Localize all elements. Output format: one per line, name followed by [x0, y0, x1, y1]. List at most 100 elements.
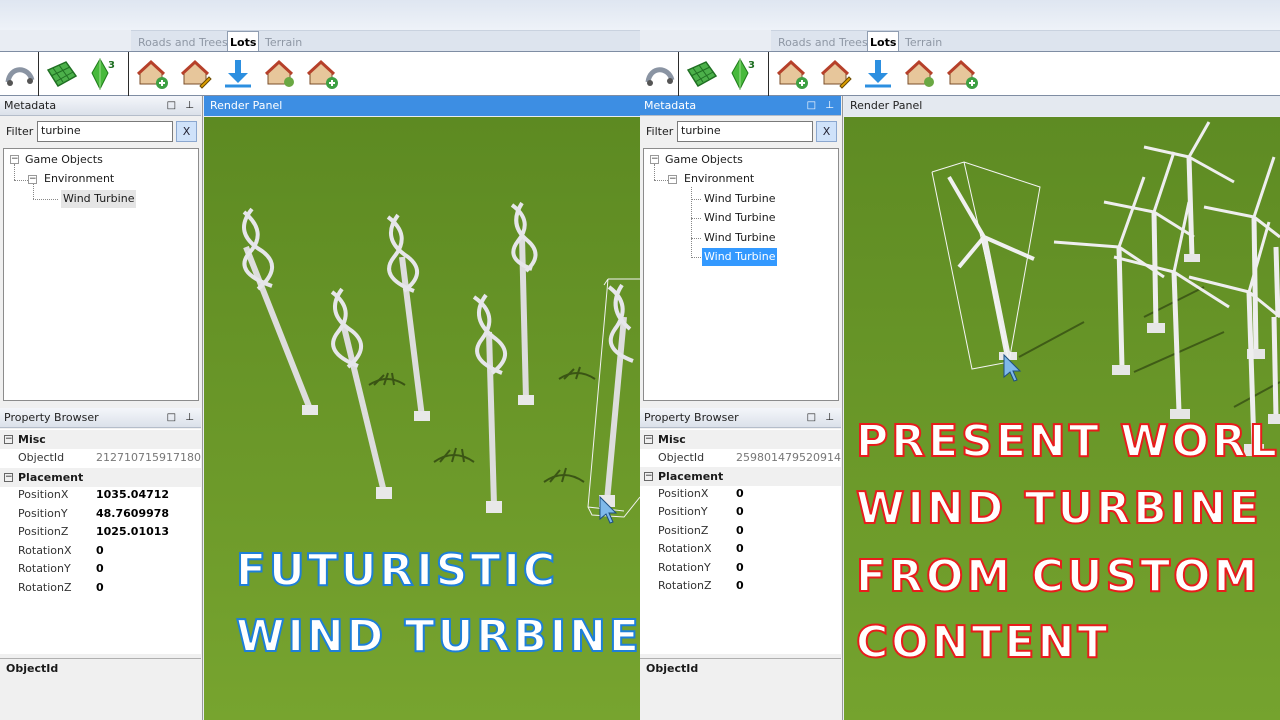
property-row-rotationx[interactable]: RotationX 0 [0, 542, 201, 560]
tree-node-wind-turbine[interactable]: Wind Turbine [704, 209, 775, 227]
object-tree: − Game Objects − Environment Wind Turbin… [643, 148, 839, 401]
overlay-line-2: WIND TURBINE [235, 611, 640, 662]
toolbar: 3 [0, 51, 640, 96]
panel-pin-icon[interactable]: □ ⊥ [167, 408, 197, 428]
title-strip [0, 0, 640, 30]
property-row-rotationy[interactable]: RotationY 0 [640, 559, 841, 577]
filter-input[interactable]: turbine [677, 121, 813, 142]
property-browser-header: Property Browser □ ⊥ [640, 408, 841, 428]
editor-left: Roads and Trees Lots Terrain 3 Metadata … [0, 0, 640, 720]
tree-node-wind-turbine-selected[interactable]: Wind Turbine [702, 248, 778, 266]
property-description: ObjectId [0, 658, 201, 720]
tree-node-game-objects[interactable]: Game Objects [665, 151, 743, 169]
editor-right: Roads and Trees Lots Terrain 3 Metadata … [640, 0, 1280, 720]
tree-node-environment[interactable]: Environment [684, 170, 754, 188]
metadata-header: Metadata □ ⊥ [640, 96, 841, 116]
terrain-grid-icon[interactable] [684, 56, 720, 92]
mode-tabs: Roads and Trees Lots Terrain [771, 30, 1280, 52]
property-row-positionx[interactable]: PositionX 0 [640, 485, 841, 503]
title-strip [640, 0, 1280, 30]
property-row-positionx[interactable]: PositionX 1035.04712 [0, 486, 201, 504]
metadata-header: Metadata □ ⊥ [0, 96, 201, 116]
property-description: ObjectId [640, 658, 841, 720]
tree-node-wind-turbine[interactable]: Wind Turbine [61, 190, 137, 208]
filter-input[interactable]: turbine [37, 121, 173, 142]
sims3-plumbob-icon[interactable]: 3 [84, 56, 120, 92]
collapse-icon[interactable]: − [650, 155, 659, 164]
object-tree: − Game Objects − Environment Wind Turbin… [3, 148, 199, 401]
property-row-positiony[interactable]: PositionY 0 [640, 503, 841, 521]
metadata-title: Metadata [4, 99, 57, 112]
property-row-rotationx[interactable]: RotationX 0 [640, 540, 841, 558]
tree-node-wind-turbine[interactable]: Wind Turbine [704, 229, 775, 247]
collapse-icon[interactable]: − [644, 435, 653, 444]
road-tool-icon[interactable] [2, 56, 38, 92]
property-row-rotationz[interactable]: RotationZ 0 [640, 577, 841, 595]
edit-lot-icon[interactable] [178, 56, 214, 92]
property-row-positionz[interactable]: PositionZ 1025.01013 [0, 523, 201, 541]
property-row-rotationz[interactable]: RotationZ 0 [0, 579, 201, 597]
collapse-icon[interactable]: − [644, 472, 653, 481]
tab-terrain[interactable]: Terrain [262, 33, 305, 52]
add-lot-icon[interactable] [774, 56, 810, 92]
property-row-rotationy[interactable]: RotationY 0 [0, 560, 201, 578]
add-community-lot-icon[interactable] [944, 56, 980, 92]
category-placement[interactable]: − Placement [640, 467, 841, 486]
filter-bar: Filter turbine X [640, 117, 841, 146]
tab-roads-and-trees[interactable]: Roads and Trees [135, 33, 231, 52]
svg-text:3: 3 [108, 60, 115, 71]
collapse-icon[interactable]: − [28, 175, 37, 184]
tab-terrain[interactable]: Terrain [902, 33, 945, 52]
toolbar: 3 [640, 51, 1280, 96]
import-lot-icon[interactable] [220, 56, 256, 92]
overlay-line-4: CONTENT [855, 617, 1111, 668]
category-placement[interactable]: − Placement [0, 468, 201, 487]
wind-turbine[interactable] [1273, 246, 1280, 318]
clear-filter-button[interactable]: X [176, 121, 197, 142]
mode-tabs: Roads and Trees Lots Terrain [131, 30, 640, 52]
panel-pin-icon[interactable]: □ ⊥ [807, 408, 837, 428]
filter-bar: Filter turbine X [0, 117, 201, 146]
property-grid: − Misc ObjectId 212710715917180 − Placement… [0, 429, 201, 654]
metadata-title: Metadata [644, 99, 697, 112]
collapse-icon[interactable]: − [10, 155, 19, 164]
category-misc[interactable]: − Misc [640, 430, 841, 449]
panel-pin-icon[interactable]: □ ⊥ [167, 96, 197, 116]
tree-node-environment[interactable]: Environment [44, 170, 114, 188]
collapse-icon[interactable]: − [668, 175, 677, 184]
property-browser-title: Property Browser [644, 411, 739, 424]
property-grid: − Misc ObjectId 259801479520914 − Placement… [640, 429, 841, 654]
overlay-line-3: FROM CUSTOM [855, 551, 1261, 602]
filter-label: Filter [6, 125, 34, 138]
collapse-icon[interactable]: − [4, 473, 13, 482]
terrain-grid-icon[interactable] [44, 56, 80, 92]
clear-filter-button[interactable]: X [816, 121, 837, 142]
category-misc[interactable]: − Misc [0, 430, 201, 449]
lot-settings-icon[interactable] [262, 56, 298, 92]
svg-text:3: 3 [748, 60, 755, 71]
panel-pin-icon[interactable]: □ ⊥ [807, 96, 837, 116]
render-panel-header: Render Panel [844, 96, 1280, 116]
overlay-line-1: PRESENT WORLD [855, 416, 1280, 467]
lot-settings-icon[interactable] [902, 56, 938, 92]
road-tool-icon[interactable] [642, 56, 678, 92]
tab-lots[interactable]: Lots [867, 31, 900, 52]
sims3-plumbob-icon[interactable]: 3 [724, 56, 760, 92]
filter-label: Filter [646, 125, 674, 138]
tree-node-wind-turbine[interactable]: Wind Turbine [704, 190, 775, 208]
tab-roads-and-trees[interactable]: Roads and Trees [775, 33, 871, 52]
tree-node-game-objects[interactable]: Game Objects [25, 151, 103, 169]
render-panel-header: Render Panel [204, 96, 640, 116]
collapse-icon[interactable]: − [4, 435, 13, 444]
overlay-line-1: FUTURISTIC [235, 545, 559, 596]
tab-lots[interactable]: Lots [227, 31, 260, 52]
edit-lot-icon[interactable] [818, 56, 854, 92]
property-row-positionz[interactable]: PositionZ 0 [640, 522, 841, 540]
overlay-line-2: WIND TURBINE [855, 483, 1262, 534]
property-row-positiony[interactable]: PositionY 48.7609978 [0, 505, 201, 523]
property-row-objectid[interactable]: ObjectId 212710715917180 [0, 449, 201, 467]
import-lot-icon[interactable] [860, 56, 896, 92]
property-row-objectid[interactable]: ObjectId 259801479520914 [640, 449, 841, 467]
add-community-lot-icon[interactable] [304, 56, 340, 92]
add-lot-icon[interactable] [134, 56, 170, 92]
